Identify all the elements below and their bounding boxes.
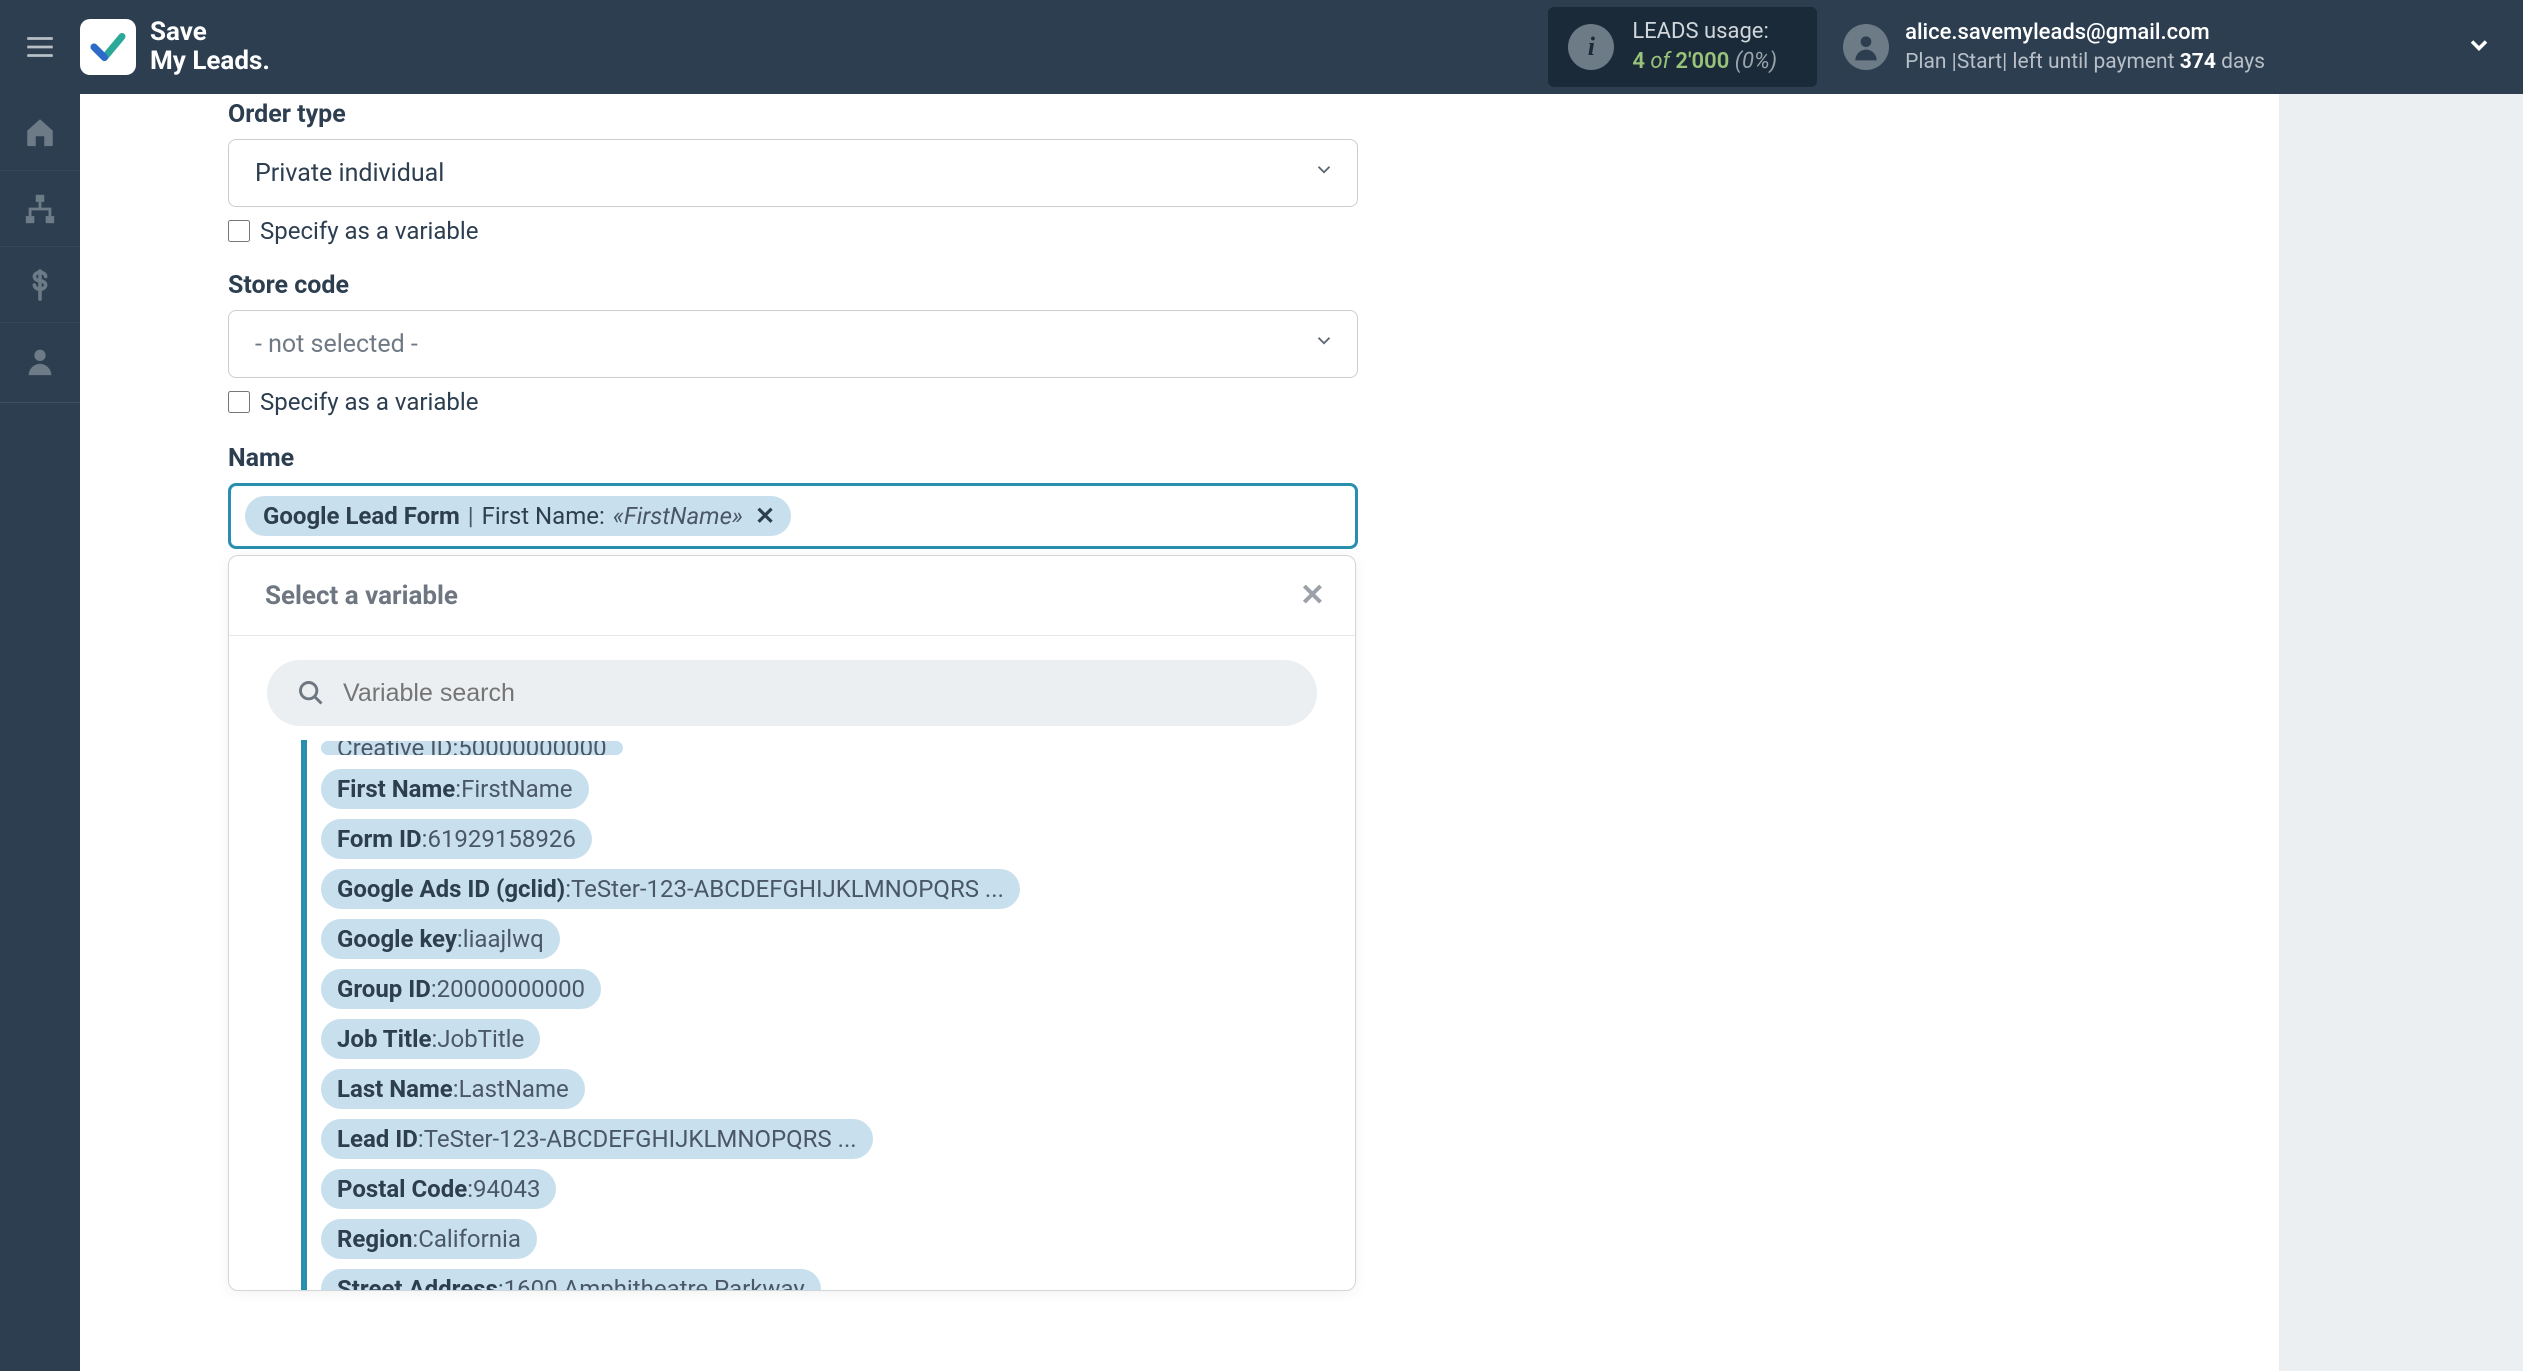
variable-item[interactable]: Google Ads ID (gclid): TeSter-123-ABCDEF… [321, 869, 1020, 909]
name-label: Name [228, 444, 1358, 473]
variable-panel-title: Select a variable [265, 581, 458, 611]
field-store-code: Store code - not selected - Specify as a… [228, 255, 1358, 416]
variable-item[interactable]: Job Title: JobTitle [321, 1019, 540, 1059]
usage-total: 2'000 [1675, 49, 1729, 74]
store-code-value: - not selected - [255, 330, 418, 359]
app-header: Save My Leads. i LEADS usage: 4 of 2'000… [0, 0, 2523, 94]
usage-of: of [1650, 49, 1670, 74]
chip-source: Google Lead Form [263, 502, 460, 530]
variable-item[interactable]: Lead ID: TeSter-123-ABCDEFGHIJKLMNOPQRS … [321, 1119, 873, 1159]
usage-count: 4 [1632, 49, 1645, 74]
order-type-select[interactable]: Private individual [228, 139, 1358, 207]
user-icon [23, 344, 57, 378]
store-code-label: Store code [228, 271, 1358, 300]
brand-text: Save My Leads. [150, 18, 270, 75]
order-type-specify-row[interactable]: Specify as a variable [228, 217, 1358, 245]
sidebar [0, 94, 80, 1371]
store-code-specify-row[interactable]: Specify as a variable [228, 388, 1358, 416]
variable-item[interactable]: Street Address: 1600 Amphitheatre Parkwa… [321, 1269, 821, 1290]
chevron-down-icon [1313, 159, 1335, 188]
user-icon [1850, 31, 1882, 63]
variable-list[interactable]: Creative ID: 50000000000 First Name: Firs… [301, 740, 1337, 1290]
chip-var: «FirstName» [613, 502, 743, 530]
hamburger-icon [23, 30, 57, 64]
store-code-specify-checkbox[interactable] [228, 391, 250, 413]
variable-item[interactable]: Last Name: LastName [321, 1069, 585, 1109]
chevron-down-icon [2465, 31, 2493, 59]
sidebar-account[interactable] [0, 322, 80, 398]
name-chip[interactable]: Google Lead Form | First Name: «FirstNam… [245, 496, 791, 536]
store-code-select[interactable]: - not selected - [228, 310, 1358, 378]
usage-label: LEADS usage: [1632, 17, 1777, 47]
variable-item[interactable]: Region: California [321, 1219, 537, 1259]
name-input[interactable]: Google Lead Form | First Name: «FirstNam… [228, 483, 1358, 549]
order-type-value: Private individual [255, 159, 444, 188]
sidebar-connections[interactable] [0, 170, 80, 246]
usage-text: LEADS usage: 4 of 2'000 (0%) [1632, 17, 1777, 76]
store-code-specify-label: Specify as a variable [260, 388, 478, 416]
variable-panel-close[interactable]: ✕ [1300, 578, 1325, 613]
brand[interactable]: Save My Leads. [80, 18, 270, 75]
variable-item[interactable]: First Name: FirstName [321, 769, 589, 809]
variable-search[interactable] [267, 660, 1317, 726]
field-name: Name Google Lead Form | First Name: «Fir… [228, 426, 1358, 1291]
variable-panel: Select a variable ✕ Creative ID: 5000000… [228, 555, 1356, 1291]
account-plan: Plan |Start| left until payment 374 days [1905, 48, 2265, 76]
sidebar-billing[interactable] [0, 246, 80, 322]
check-icon [87, 26, 129, 68]
variable-item[interactable]: Postal Code: 94043 [321, 1169, 556, 1209]
sitemap-icon [23, 192, 57, 226]
usage-box[interactable]: i LEADS usage: 4 of 2'000 (0%) [1548, 7, 1817, 86]
chip-remove[interactable]: ✕ [755, 502, 775, 530]
variable-panel-header: Select a variable ✕ [229, 556, 1355, 636]
account-text: alice.savemyleads@gmail.com Plan |Start|… [1905, 18, 2265, 76]
variable-item-cutoff[interactable]: Creative ID: 50000000000 [321, 741, 623, 755]
order-type-label: Order type [228, 100, 1358, 129]
chip-field: First Name: [482, 502, 605, 530]
brand-logo [80, 19, 136, 75]
home-icon [23, 115, 57, 149]
usage-pct: (0%) [1735, 49, 1777, 74]
account-chevron[interactable] [2465, 31, 2493, 63]
info-icon: i [1568, 24, 1614, 70]
field-order-type: Order type Private individual Specify as… [228, 94, 1358, 245]
sidebar-home[interactable] [0, 94, 80, 170]
account-box[interactable]: alice.savemyleads@gmail.com Plan |Start|… [1843, 18, 2265, 76]
avatar-icon [1843, 24, 1889, 70]
chevron-down-icon [1313, 330, 1335, 359]
variable-item[interactable]: Group ID: 20000000000 [321, 969, 601, 1009]
brand-line1: Save [150, 18, 270, 47]
order-type-specify-checkbox[interactable] [228, 220, 250, 242]
variable-search-input[interactable] [343, 679, 1287, 708]
hamburger-button[interactable] [0, 0, 80, 94]
account-email: alice.savemyleads@gmail.com [1905, 18, 2265, 48]
usage-values: 4 of 2'000 (0%) [1632, 47, 1777, 77]
dollar-icon [23, 268, 57, 302]
brand-line2: My Leads. [150, 47, 270, 76]
variable-item[interactable]: Google key: liaajlwq [321, 919, 560, 959]
variable-item[interactable]: Form ID: 61929158926 [321, 819, 592, 859]
order-type-specify-label: Specify as a variable [260, 217, 478, 245]
main-content: Order type Private individual Specify as… [80, 94, 2279, 1371]
search-icon [297, 679, 325, 707]
